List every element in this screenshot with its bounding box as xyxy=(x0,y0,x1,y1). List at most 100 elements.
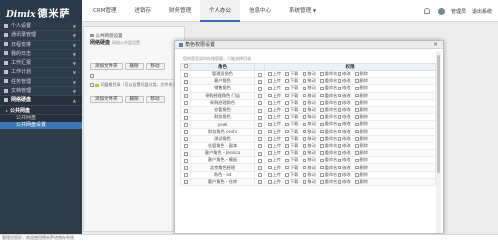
permission-rename[interactable]: 重命名 xyxy=(320,72,337,77)
row-checkbox[interactable] xyxy=(183,79,188,84)
permission-download[interactable]: 下载 xyxy=(285,72,302,77)
permission-checkbox[interactable] xyxy=(268,165,272,170)
permission-download[interactable]: 下载 xyxy=(285,129,302,134)
row-checkbox[interactable] xyxy=(183,166,188,171)
role-all-permissions-checkbox[interactable] xyxy=(257,180,262,185)
permission-checkbox[interactable] xyxy=(268,151,272,155)
permission-checkbox[interactable] xyxy=(285,86,289,91)
permission-checkbox[interactable] xyxy=(320,79,324,84)
permission-checkbox[interactable] xyxy=(268,136,272,141)
permission-rename[interactable]: 重命名 xyxy=(320,136,337,141)
permission-rename[interactable]: 重命名 xyxy=(320,115,337,120)
permission-edit[interactable]: 修改 xyxy=(337,79,355,84)
permission-checkbox[interactable] xyxy=(320,72,324,76)
role-all-permissions-checkbox[interactable] xyxy=(257,122,262,127)
permission-edit[interactable]: 修改 xyxy=(337,93,355,98)
permission-checkbox[interactable] xyxy=(302,108,307,112)
select-all-checkbox[interactable] xyxy=(183,64,188,69)
permission-delete[interactable]: 删除 xyxy=(354,158,372,163)
permission-checkbox[interactable] xyxy=(285,151,289,155)
sidebar-item-personal-settings[interactable]: 个人设置 ▼ xyxy=(0,22,82,32)
permission-checkbox[interactable] xyxy=(285,180,289,184)
row-checkbox[interactable] xyxy=(183,122,188,127)
permission-checkbox[interactable] xyxy=(302,115,307,120)
permission-checkbox[interactable] xyxy=(337,180,342,184)
permission-checkbox[interactable] xyxy=(337,115,342,120)
permission-move[interactable]: 移动 xyxy=(302,158,320,163)
permission-rename[interactable]: 重命名 xyxy=(320,129,337,134)
permission-delete[interactable]: 删除 xyxy=(354,179,372,184)
nav-info-center[interactable]: 信息中心 xyxy=(240,0,280,22)
row-checkbox[interactable] xyxy=(183,180,188,185)
permission-upload[interactable]: 上传 xyxy=(268,93,285,98)
nav-finance[interactable]: 财务管理 xyxy=(160,0,200,22)
permission-checkbox[interactable] xyxy=(337,93,342,98)
permission-upload[interactable]: 上传 xyxy=(268,107,285,112)
permission-rename[interactable]: 重命名 xyxy=(320,179,337,184)
sidebar-item-contacts[interactable]: 通讯录管理 ▼ xyxy=(0,31,82,41)
permission-rename[interactable]: 重命名 xyxy=(320,93,337,98)
permission-checkbox[interactable] xyxy=(354,108,359,112)
permission-rename[interactable]: 重命名 xyxy=(320,100,337,105)
permission-edit[interactable]: 修改 xyxy=(337,158,355,163)
role-all-permissions-checkbox[interactable] xyxy=(257,94,262,99)
permission-checkbox[interactable] xyxy=(337,129,342,134)
permission-move[interactable]: 移动 xyxy=(302,172,320,177)
permission-upload[interactable]: 上传 xyxy=(268,151,285,156)
row-checkbox[interactable] xyxy=(183,94,188,99)
permission-move[interactable]: 移动 xyxy=(302,165,320,170)
permission-edit[interactable]: 修改 xyxy=(337,107,355,112)
permission-checkbox[interactable] xyxy=(268,129,272,134)
user-label[interactable]: 管理员 xyxy=(451,8,466,15)
permission-upload[interactable]: 上传 xyxy=(268,143,285,148)
permission-edit[interactable]: 修改 xyxy=(337,179,355,184)
sidebar-sub-public-disk[interactable]: 公共网盘 xyxy=(0,114,82,122)
role-all-permissions-checkbox[interactable] xyxy=(257,108,262,113)
permission-checkbox[interactable] xyxy=(337,172,342,177)
permission-upload[interactable]: 上传 xyxy=(268,172,285,177)
permission-checkbox[interactable] xyxy=(354,93,359,98)
permission-download[interactable]: 下载 xyxy=(285,107,302,112)
permission-checkbox[interactable] xyxy=(320,172,324,177)
permission-edit[interactable]: 修改 xyxy=(337,115,355,120)
permission-checkbox[interactable] xyxy=(268,122,272,127)
permission-edit[interactable]: 修改 xyxy=(337,172,355,177)
row-checkbox[interactable] xyxy=(183,137,188,142)
permission-checkbox[interactable] xyxy=(320,144,324,148)
permission-checkbox[interactable] xyxy=(302,72,307,76)
permission-checkbox[interactable] xyxy=(337,158,342,163)
permission-rename[interactable]: 重命名 xyxy=(320,107,337,112)
permission-rename[interactable]: 重命名 xyxy=(320,86,337,91)
permission-edit[interactable]: 修改 xyxy=(337,100,355,105)
permission-checkbox[interactable] xyxy=(302,136,307,141)
row-checkbox[interactable] xyxy=(183,115,188,120)
permission-checkbox[interactable] xyxy=(268,180,272,184)
row-checkbox[interactable] xyxy=(183,173,188,178)
permission-move[interactable]: 移动 xyxy=(302,72,320,77)
role-all-permissions-checkbox[interactable] xyxy=(257,115,262,120)
permission-download[interactable]: 下载 xyxy=(285,151,302,156)
permission-upload[interactable]: 上传 xyxy=(268,179,285,184)
permission-checkbox[interactable] xyxy=(268,86,272,91)
row-checkbox[interactable] xyxy=(183,130,188,135)
permission-checkbox[interactable] xyxy=(354,180,359,184)
row-checkbox[interactable] xyxy=(183,86,188,91)
row-checkbox[interactable] xyxy=(183,108,188,113)
permission-checkbox[interactable] xyxy=(320,115,324,120)
nav-inventory[interactable]: 进销存 xyxy=(125,0,160,22)
permission-delete[interactable]: 删除 xyxy=(354,115,372,120)
permission-rename[interactable]: 重命名 xyxy=(320,158,337,163)
permission-checkbox[interactable] xyxy=(320,86,324,91)
permission-checkbox[interactable] xyxy=(302,158,307,163)
permission-checkbox[interactable] xyxy=(354,144,359,148)
permission-checkbox[interactable] xyxy=(268,108,272,112)
permission-upload[interactable]: 上传 xyxy=(268,79,285,84)
permission-checkbox[interactable] xyxy=(337,86,342,91)
permission-edit[interactable]: 修改 xyxy=(337,122,355,127)
permission-upload[interactable]: 上传 xyxy=(268,129,285,134)
permission-checkbox[interactable] xyxy=(354,172,359,177)
sidebar-item-report[interactable]: 工作汇报 ▼ xyxy=(0,59,82,69)
permission-upload[interactable]: 上传 xyxy=(268,72,285,77)
avatar[interactable] xyxy=(437,7,445,15)
permission-rename[interactable]: 重命名 xyxy=(320,165,337,170)
